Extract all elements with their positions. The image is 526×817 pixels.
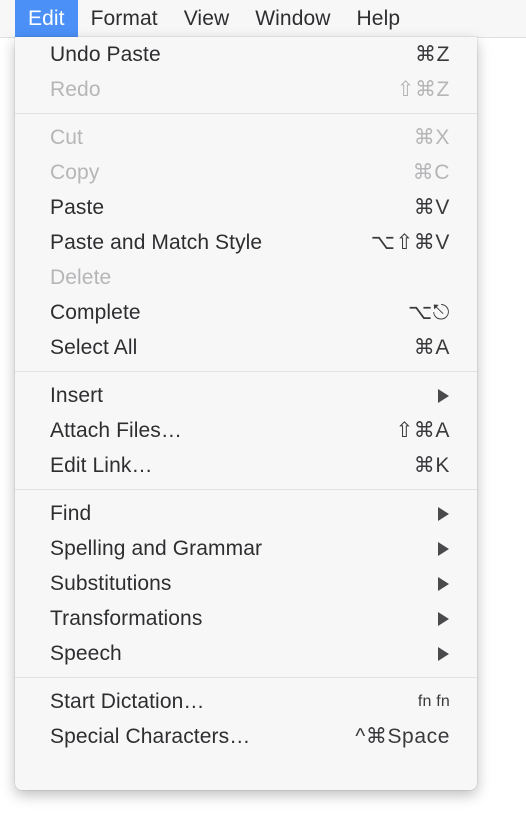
menu-item-shortcut: ⌘V [413, 196, 450, 219]
menu-item-label: Paste [50, 195, 105, 219]
menu-item-label: Delete [50, 265, 112, 289]
menu-item-complete[interactable]: Complete ⌥⎋ [15, 295, 477, 330]
menu-item-label: Undo Paste [50, 42, 161, 66]
menu-item-label: Complete [50, 300, 141, 324]
menu-separator [15, 113, 477, 114]
menu-item-shortcut: ⌘Z [414, 43, 450, 66]
menu-section: Cut ⌘X Copy ⌘C Paste ⌘V Paste and Match Style ⌥… [15, 120, 477, 365]
menu-item-undo-paste[interactable]: Undo Paste ⌘Z [15, 37, 477, 72]
menu-item-paste[interactable]: Paste ⌘V [15, 190, 477, 225]
menu-item-shortcut: ⌘C [412, 161, 450, 184]
menu-item-label: Copy [50, 160, 100, 184]
menu-separator [15, 489, 477, 490]
menu-separator [15, 677, 477, 678]
menu-item-label: Transformations [50, 606, 203, 630]
submenu-arrow-icon [438, 576, 449, 591]
menu-section: Start Dictation… fn fn Special Characters…… [15, 684, 477, 754]
menu-item-shortcut: ⌘X [413, 126, 450, 149]
menu-item-label: Cut [50, 125, 83, 149]
menu-item-edit-link[interactable]: Edit Link… ⌘K [15, 448, 477, 483]
menu-item-shortcut: ⇧⌘Z [396, 78, 450, 101]
menubar-item-help[interactable]: Help [344, 0, 414, 37]
edit-menu-dropdown: Undo Paste ⌘Z Redo ⇧⌘Z Cut ⌘X Copy ⌘C Paste ⌘V Pas… [15, 37, 477, 790]
menu-item-label: Attach Files… [50, 418, 183, 442]
menu-item-label: Select All [50, 335, 138, 359]
menubar-item-label: Edit [28, 6, 65, 30]
submenu-arrow-icon [438, 541, 449, 556]
menu-item-shortcut: ⌥⇧⌘V [370, 231, 450, 254]
menubar-item-label: Help [356, 6, 401, 30]
menu-section: Find Spelling and Grammar Substitutions Tra… [15, 496, 477, 671]
menu-bar: Edit Format View Window Help [0, 0, 526, 38]
menu-item-attach-files[interactable]: Attach Files… ⇧⌘A [15, 413, 477, 448]
menu-item-select-all[interactable]: Select All ⌘A [15, 330, 477, 365]
menu-section: Undo Paste ⌘Z Redo ⇧⌘Z [15, 37, 477, 107]
menu-bar-leading-spacer [0, 0, 15, 37]
menu-item-label: Find [50, 501, 92, 525]
menu-item-label: Paste and Match Style [50, 230, 263, 254]
menubar-item-label: Window [255, 6, 331, 30]
submenu-arrow-icon [438, 611, 449, 626]
menu-item-label: Special Characters… [50, 724, 251, 748]
submenu-arrow-icon [438, 646, 449, 661]
menu-item-label: Insert [50, 383, 104, 407]
menu-item-insert[interactable]: Insert [15, 378, 477, 413]
menubar-item-label: View [183, 6, 230, 30]
menu-item-redo: Redo ⇧⌘Z [15, 72, 477, 107]
menu-item-shortcut: ^⌘Space [355, 725, 450, 748]
menu-item-label: Substitutions [50, 571, 172, 595]
menu-item-label: Spelling and Grammar [50, 536, 263, 560]
menu-item-label: Edit Link… [50, 453, 153, 477]
menu-item-speech[interactable]: Speech [15, 636, 477, 671]
menu-item-label: Speech [50, 641, 122, 665]
menubar-item-window[interactable]: Window [242, 0, 343, 37]
menu-item-delete: Delete [15, 260, 477, 295]
menubar-item-format[interactable]: Format [78, 0, 171, 37]
submenu-arrow-icon [438, 506, 449, 521]
menu-item-label: Redo [50, 77, 101, 101]
submenu-arrow-icon [438, 388, 449, 403]
menu-item-shortcut: fn fn [417, 692, 450, 710]
menu-item-shortcut: ⌘A [413, 336, 450, 359]
menu-section: Insert Attach Files… ⇧⌘A Edit Link… ⌘K [15, 378, 477, 483]
menubar-item-view[interactable]: View [171, 0, 243, 37]
menu-item-start-dictation[interactable]: Start Dictation… fn fn [15, 684, 477, 719]
menu-item-label: Start Dictation… [50, 689, 205, 713]
menubar-item-edit[interactable]: Edit [15, 0, 78, 37]
menu-item-copy: Copy ⌘C [15, 155, 477, 190]
menu-item-shortcut: ⌘K [413, 454, 450, 477]
menu-separator [15, 371, 477, 372]
menu-item-spelling-and-grammar[interactable]: Spelling and Grammar [15, 531, 477, 566]
menu-item-find[interactable]: Find [15, 496, 477, 531]
menu-item-shortcut: ⇧⌘A [395, 419, 450, 442]
menu-item-paste-and-match-style[interactable]: Paste and Match Style ⌥⇧⌘V [15, 225, 477, 260]
menu-item-transformations[interactable]: Transformations [15, 601, 477, 636]
menubar-item-label: Format [90, 6, 158, 30]
menu-item-substitutions[interactable]: Substitutions [15, 566, 477, 601]
menu-item-shortcut: ⌥⎋ [407, 301, 450, 324]
menu-item-cut: Cut ⌘X [15, 120, 477, 155]
menu-item-special-characters[interactable]: Special Characters… ^⌘Space [15, 719, 477, 754]
